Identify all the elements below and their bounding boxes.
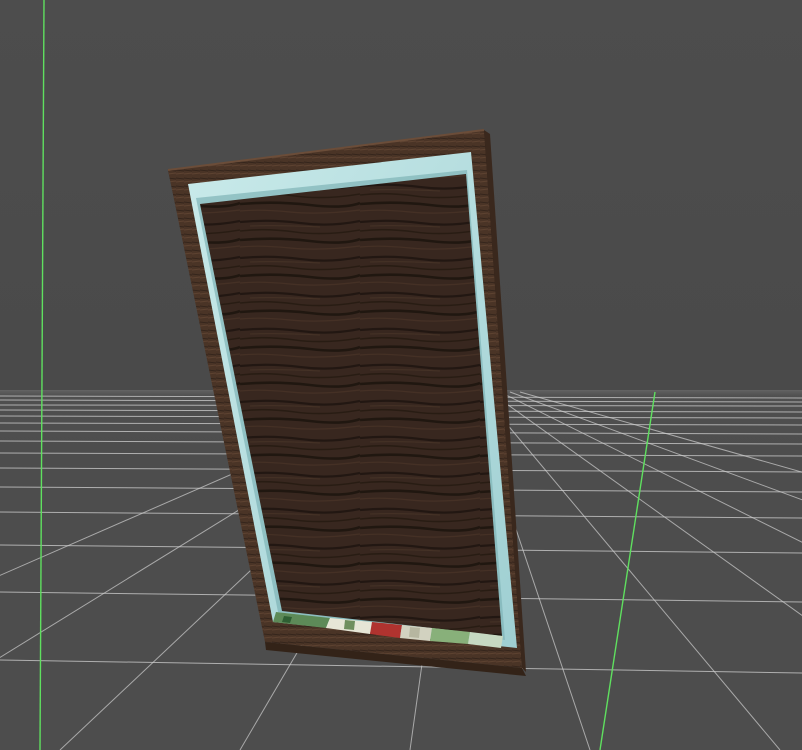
scene-canvas[interactable] (0, 0, 802, 750)
3d-viewport[interactable] (0, 0, 802, 750)
